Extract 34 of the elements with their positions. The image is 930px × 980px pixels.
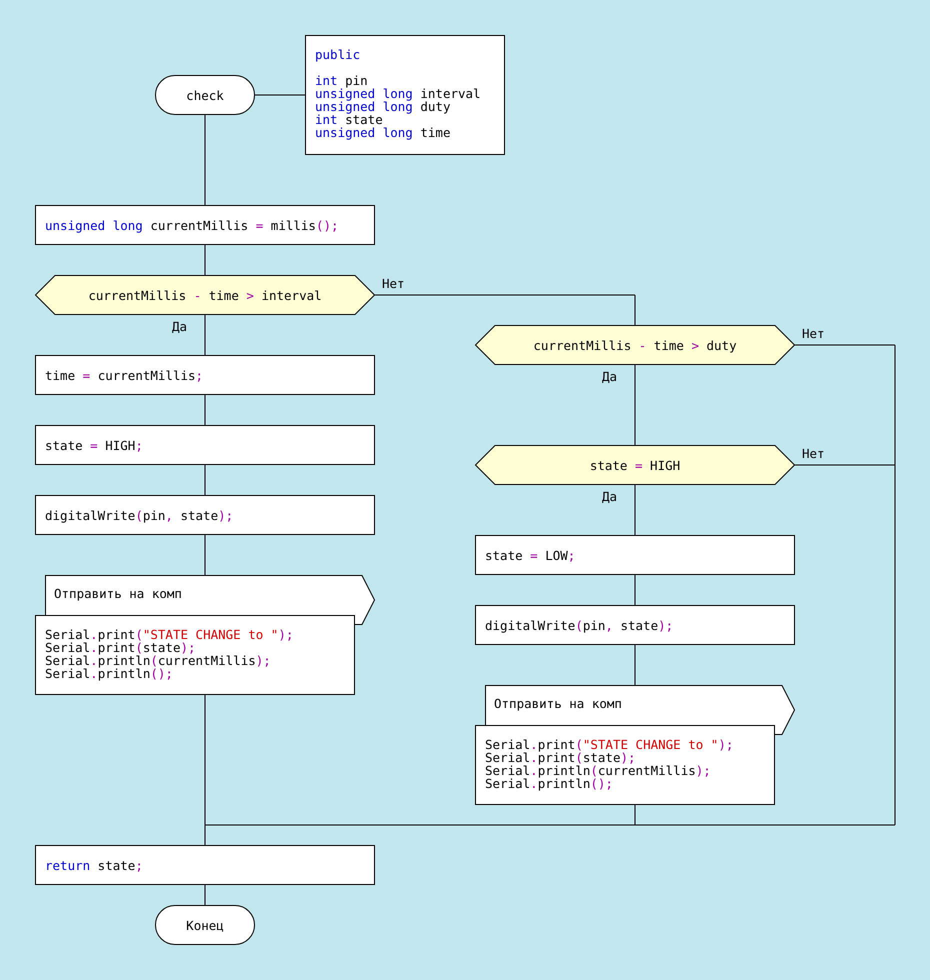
branch-label: Да xyxy=(172,319,188,334)
code-line: time = currentMillis; xyxy=(45,368,204,382)
code-line: Serial.print(state); xyxy=(485,751,637,764)
code-line: unsigned long duty xyxy=(315,100,452,113)
code-line: Serial.println(); xyxy=(485,777,614,790)
code-line: unsigned long currentMillis = millis(); xyxy=(45,218,339,232)
condition-text: currentMillis - time > interval xyxy=(88,288,322,302)
code-line: Serial.print("STATE CHANGE to "); xyxy=(485,738,734,751)
branch-label: Нет xyxy=(802,326,825,341)
code-line: Serial.print(state); xyxy=(45,641,197,654)
code-line: unsigned long interval xyxy=(315,87,482,100)
code-line: int state xyxy=(315,113,384,126)
code-line: unsigned long time xyxy=(315,126,452,139)
output-title: Отправить на комп xyxy=(54,586,182,601)
branch-label: Нет xyxy=(382,276,405,291)
code-line: digitalWrite(pin, state); xyxy=(45,508,234,522)
code-line: digitalWrite(pin, state); xyxy=(485,618,674,632)
condition-text: state = HIGH xyxy=(590,458,680,472)
output-title: Отправить на комп xyxy=(494,696,622,711)
code-line: Serial.println(currentMillis); xyxy=(485,764,712,777)
branch-label: Да xyxy=(602,369,618,384)
branch-label: Да xyxy=(602,489,618,504)
code-line: Serial.println(); xyxy=(45,667,174,680)
code-line: Serial.print("STATE CHANGE to "); xyxy=(45,628,294,641)
code-line: public xyxy=(315,48,362,61)
code-line: return state; xyxy=(45,858,143,872)
code-line: state = LOW; xyxy=(485,548,576,562)
code-line: state = HIGH; xyxy=(45,438,143,452)
condition-text: currentMillis - time > duty xyxy=(533,338,737,352)
code-line: int pin xyxy=(315,74,369,87)
branch-label: Нет xyxy=(802,446,825,461)
terminal-node: Конец xyxy=(155,905,255,945)
terminal-node: check xyxy=(155,75,255,115)
code-line: Serial.println(currentMillis); xyxy=(45,654,272,667)
